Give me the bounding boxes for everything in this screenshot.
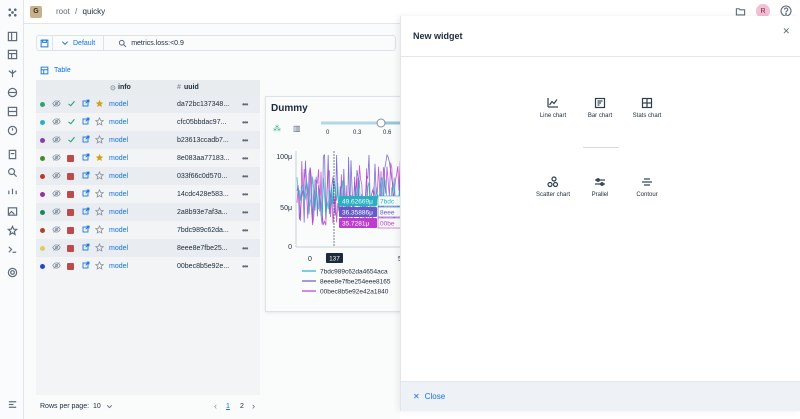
document-icon[interactable]: [6, 148, 18, 160]
clock-icon[interactable]: [6, 124, 18, 136]
grid-menu-icon[interactable]: [6, 6, 18, 18]
collapse-sidebar-icon[interactable]: [6, 398, 18, 410]
bar-chart-icon: [594, 97, 606, 109]
image-icon[interactable]: [6, 205, 18, 217]
panel-title: New widget: [413, 31, 463, 41]
left-sidebar: [0, 0, 24, 419]
widget-label: Stats chart: [632, 113, 662, 119]
widget-label: Scatter chart: [535, 192, 570, 198]
widget-label: Prallel: [591, 192, 609, 198]
magnify-icon[interactable]: [6, 166, 18, 178]
breadcrumb: root / quicky: [56, 7, 105, 16]
scatter-chart-icon: [547, 176, 559, 188]
close-x-icon: ✕: [413, 392, 420, 401]
widget-label: Contour: [636, 192, 658, 198]
branch-icon[interactable]: [6, 67, 18, 79]
close-label: Close: [424, 392, 446, 401]
widget-contour[interactable]: Contour: [617, 176, 677, 198]
terminal-icon[interactable]: [6, 243, 18, 255]
contour-icon: [642, 178, 652, 186]
widget-label: Bar chart: [587, 113, 613, 119]
close-icon[interactable]: ✕: [782, 26, 790, 37]
widget-group-separator: [583, 147, 619, 148]
star-outline-icon[interactable]: [6, 224, 18, 236]
panel-divider: [401, 56, 800, 57]
project-badge[interactable]: G: [30, 5, 42, 18]
breadcrumb-project[interactable]: quicky: [83, 7, 106, 16]
settings-icon[interactable]: [6, 266, 18, 278]
widget-label: Line chart: [539, 113, 567, 119]
breadcrumb-root[interactable]: root: [56, 7, 70, 16]
close-button[interactable]: ✕ Close: [413, 392, 445, 401]
dashboard-icon[interactable]: [6, 105, 18, 117]
stats-chart-icon: [641, 97, 653, 109]
globe-icon[interactable]: [6, 86, 18, 98]
line-chart-icon: [547, 98, 558, 108]
breadcrumb-separator: /: [75, 7, 78, 16]
table-icon[interactable]: [6, 48, 18, 60]
parallel-icon: [595, 178, 605, 186]
panel-footer: ✕ Close: [401, 381, 800, 411]
new-widget-panel: New widget ✕ Line chart Bar chart Stats …: [400, 16, 800, 411]
widget-stats-chart[interactable]: Stats chart: [617, 97, 677, 119]
signal-icon[interactable]: [6, 185, 18, 197]
overlay-dimmer: [24, 24, 400, 419]
panels-icon[interactable]: [6, 30, 18, 42]
